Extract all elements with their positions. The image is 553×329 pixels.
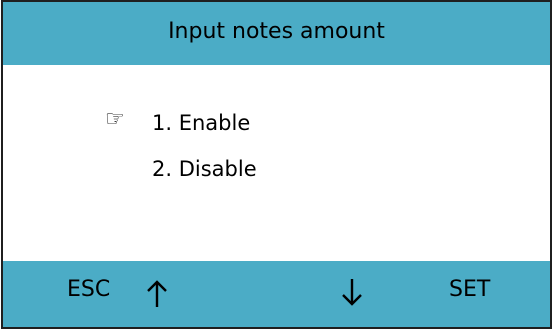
menu-item-enable[interactable]: 1. Enable xyxy=(152,111,250,135)
footer-bar: ESC SET xyxy=(3,261,550,327)
menu-area: ☞ 1. Enable 2. Disable xyxy=(3,65,550,261)
menu-item-disable[interactable]: 2. Disable xyxy=(152,157,257,181)
title-bar: Input notes amount xyxy=(3,2,550,65)
arrow-up-icon[interactable] xyxy=(145,279,169,309)
arrow-down-icon[interactable] xyxy=(340,277,364,307)
esc-button[interactable]: ESC xyxy=(67,277,110,302)
screen-title: Input notes amount xyxy=(168,19,385,44)
device-screen: Input notes amount ☞ 1. Enable 2. Disabl… xyxy=(1,0,552,329)
set-button[interactable]: SET xyxy=(449,277,490,302)
pointing-hand-icon: ☞ xyxy=(105,107,125,132)
